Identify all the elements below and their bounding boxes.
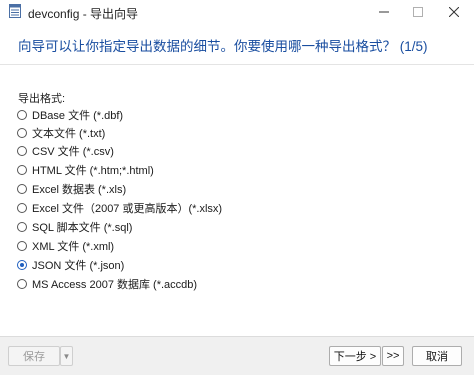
radio-html[interactable] — [17, 165, 27, 175]
maximize-button[interactable] — [404, 0, 432, 24]
radio-xls[interactable] — [17, 184, 27, 194]
option-label: CSV 文件 (*.csv) — [32, 146, 114, 158]
close-button[interactable] — [440, 0, 468, 24]
minimize-icon — [379, 11, 389, 13]
option-sql[interactable]: SQL 脚本文件 (*.sql) — [17, 219, 132, 235]
save-button[interactable]: 保存 — [8, 346, 60, 366]
minimize-button[interactable] — [370, 0, 398, 24]
option-txt[interactable]: 文本文件 (*.txt) — [17, 125, 105, 141]
radio-dbf[interactable] — [17, 110, 27, 120]
option-xls[interactable]: Excel 数据表 (*.xls) — [17, 181, 126, 197]
option-csv[interactable]: CSV 文件 (*.csv) — [17, 143, 114, 159]
wizard-heading: 向导可以让你指定导出数据的细节。你要使用哪一种导出格式？ (1/5) — [18, 39, 428, 54]
option-xml[interactable]: XML 文件 (*.xml) — [17, 238, 114, 254]
option-label: Excel 数据表 (*.xls) — [32, 184, 127, 196]
option-label: SQL 脚本文件 (*.sql) — [32, 222, 133, 234]
radio-xlsx[interactable] — [17, 203, 27, 213]
chevron-down-icon: ▼ — [62, 351, 71, 361]
radio-json[interactable] — [17, 260, 27, 270]
option-xlsx[interactable]: Excel 文件（2007 或更高版本）(*.xlsx) — [17, 200, 222, 216]
export-format-label: 导出格式: — [18, 93, 66, 105]
save-dropdown-button[interactable]: ▼ — [60, 346, 73, 366]
option-label: Excel 文件（2007 或更高版本）(*.xlsx) — [32, 203, 223, 215]
export-wizard-window: devconfig - 导出向导 向导可以让你指定导出数据的细节。你要使用哪一种… — [0, 0, 474, 375]
option-label: 文本文件 (*.txt) — [32, 128, 106, 140]
option-json[interactable]: JSON 文件 (*.json) — [17, 257, 124, 273]
option-dbf[interactable]: DBase 文件 (*.dbf) — [17, 107, 123, 123]
header-divider — [0, 64, 474, 65]
option-accdb[interactable]: MS Access 2007 数据库 (*.accdb) — [17, 276, 197, 292]
option-label: DBase 文件 (*.dbf) — [32, 110, 124, 122]
option-label: XML 文件 (*.xml) — [32, 241, 115, 253]
radio-sql[interactable] — [17, 222, 27, 232]
next-button[interactable]: 下一步 > — [329, 346, 381, 366]
radio-accdb[interactable] — [17, 279, 27, 289]
window-title: devconfig - 导出向导 — [28, 7, 139, 21]
skip-to-end-button[interactable]: >> — [382, 346, 404, 366]
option-label: HTML 文件 (*.htm;*.html) — [32, 165, 154, 177]
maximize-icon — [413, 7, 423, 17]
radio-csv[interactable] — [17, 146, 27, 156]
option-html[interactable]: HTML 文件 (*.htm;*.html) — [17, 162, 154, 178]
radio-xml[interactable] — [17, 241, 27, 251]
app-icon — [9, 4, 21, 18]
radio-txt[interactable] — [17, 128, 27, 138]
close-icon — [449, 7, 459, 17]
option-label: MS Access 2007 数据库 (*.accdb) — [32, 279, 198, 291]
title-bar[interactable]: devconfig - 导出向导 — [0, 0, 474, 24]
cancel-button[interactable]: 取消 — [412, 346, 462, 366]
option-label: JSON 文件 (*.json) — [32, 260, 125, 272]
